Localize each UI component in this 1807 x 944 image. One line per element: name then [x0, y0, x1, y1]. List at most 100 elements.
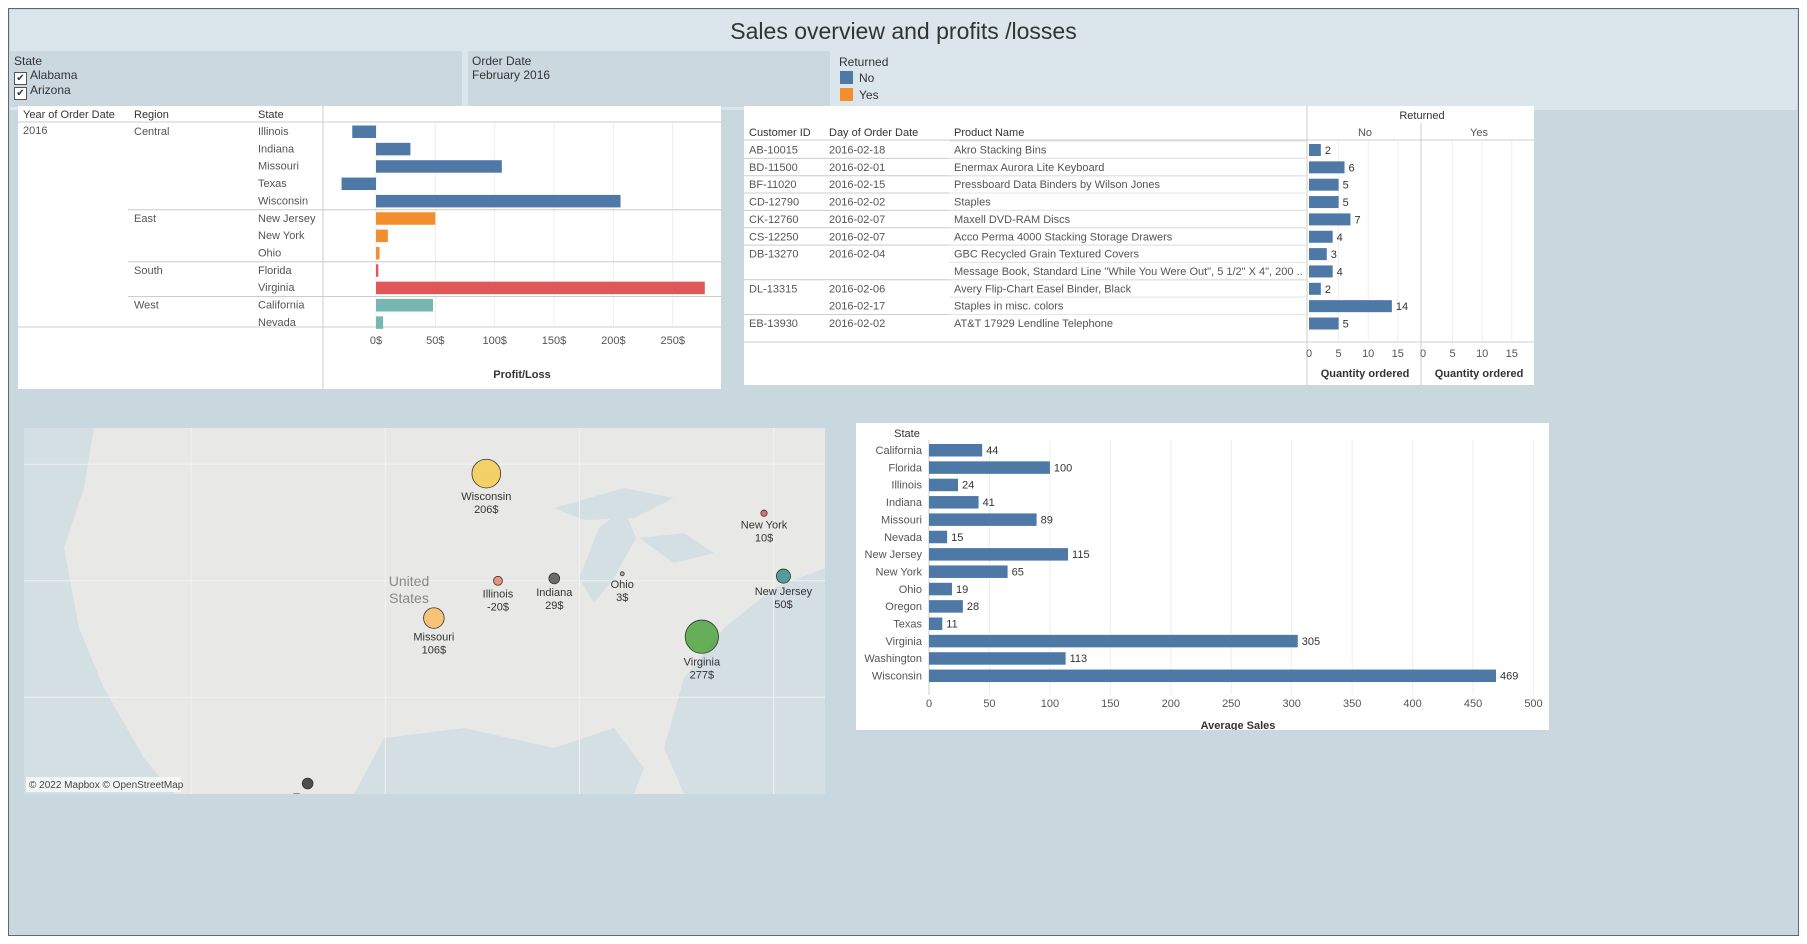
sales-bar — [929, 530, 948, 544]
x-tick-label: 150$ — [542, 335, 566, 347]
profit-bar — [376, 160, 502, 173]
x-tick-label: 200 — [1162, 698, 1180, 710]
profit-loss-chart: Year of Order Date Region State 2016 0$ 50$ 10… — [18, 106, 734, 389]
profit-bar — [376, 246, 380, 260]
x-tick-label: 0$ — [370, 335, 382, 347]
state-label: Wisconsin — [258, 195, 308, 207]
state-option-label: Arizona — [30, 83, 71, 97]
x-tick-label: 10 — [1476, 348, 1488, 360]
profit-bar — [376, 316, 384, 329]
region-label: East — [134, 213, 156, 225]
customer-id: CD-12790 — [749, 197, 799, 209]
profit-map[interactable]: UnitedStatesWashington152$Oregon19$Nevad… — [24, 428, 825, 897]
map-point-value: 206$ — [474, 504, 498, 516]
profit-bar — [376, 281, 705, 295]
country-label: United — [389, 573, 429, 589]
map-point — [471, 458, 502, 489]
map-point-state: New York — [741, 519, 788, 531]
map-point-state: Virginia — [684, 656, 721, 668]
map-point — [684, 619, 719, 654]
sales-label: 115 — [1072, 549, 1090, 561]
sales-label: 89 — [1041, 514, 1053, 526]
product-name: AT&T 17929 Lendline Telephone — [954, 318, 1113, 330]
legend-swatch — [840, 71, 853, 84]
state-label: Indiana — [258, 143, 295, 155]
average-sales-panel: State 0 50 100 150 200 250 300 350 400 450 500 Avera… — [856, 423, 1549, 732]
legend-swatch — [840, 88, 853, 101]
quantity-bar — [1309, 317, 1339, 330]
x-tick-label: 5 — [1450, 348, 1456, 360]
profit-bar — [376, 229, 388, 243]
product-name: Avery Flip-Chart Easel Binder, Black — [954, 283, 1132, 295]
quantity-label: 3 — [1331, 249, 1337, 261]
state-label: Virginia — [258, 282, 295, 294]
map-point — [775, 568, 791, 584]
state-label: Nevada — [258, 317, 297, 329]
customer-id: DL-13315 — [749, 283, 797, 295]
x-tick-label: 15 — [1392, 348, 1404, 360]
state-label: California — [876, 445, 923, 457]
orders-table-panel: Returned No Yes Customer ID Day of Order Dat… — [744, 106, 1549, 385]
sales-label: 11 — [946, 619, 957, 631]
x-tick-label: 100 — [1041, 698, 1059, 710]
column-header: State — [894, 428, 920, 440]
map-point-state: New Jersey — [755, 586, 813, 598]
quantity-label: 14 — [1396, 301, 1408, 313]
quantity-bar — [1309, 144, 1321, 156]
returned-header: Returned — [1399, 110, 1444, 122]
quantity-label: 6 — [1349, 162, 1355, 174]
sales-label: 24 — [962, 480, 974, 492]
order-date: 2016-02-04 — [829, 249, 885, 261]
sales-label: 469 — [1500, 671, 1518, 683]
sales-label: 305 — [1302, 636, 1320, 648]
order-date-filter: Order Date February 2016 — [468, 51, 830, 107]
product-name: Staples in misc. colors — [954, 301, 1064, 313]
map-point-state: Texas — [293, 792, 322, 794]
product-name: GBC Recycled Grain Textured Covers — [954, 249, 1140, 261]
state-option-arizona[interactable]: ✔ Arizona — [14, 83, 71, 100]
state-label: Illinois — [891, 480, 922, 492]
map-point-value: 106$ — [422, 644, 446, 656]
sales-label: 113 — [1070, 653, 1088, 665]
state-label: New York — [258, 230, 305, 242]
state-label: Wisconsin — [872, 671, 922, 683]
sales-bar — [929, 461, 1050, 474]
state-filter-label: State — [14, 54, 43, 68]
year-label: 2016 — [23, 125, 47, 137]
state-label: Texas — [258, 178, 287, 190]
quantity-label: 2 — [1325, 145, 1331, 157]
quantity-bar — [1309, 196, 1339, 209]
pane-header: No — [1358, 127, 1372, 139]
map-attribution: © 2022 Mapbox © OpenStreetMap — [29, 780, 184, 791]
pane-header: Yes — [1470, 127, 1488, 139]
customer-id: BD-11500 — [749, 162, 798, 174]
region-label: West — [134, 300, 159, 312]
profit-loss-panel: Year of Order Date Region State 2016 0$ 50$ 10… — [18, 106, 734, 389]
product-name: Staples — [954, 197, 991, 209]
x-axis-title: Quantity ordered — [1435, 368, 1524, 380]
x-tick-label: 400 — [1403, 698, 1421, 710]
legend-item-yes[interactable]: Yes — [840, 88, 879, 102]
map-point — [760, 509, 768, 517]
checkbox-icon[interactable]: ✔ — [14, 87, 27, 100]
average-sales-chart: State 0 50 100 150 200 250 300 350 400 450 500 Avera… — [864, 428, 1542, 732]
quantity-bar — [1309, 213, 1351, 226]
customer-id: CS-12250 — [749, 231, 799, 243]
product-name: Enermax Aurora Lite Keyboard — [954, 162, 1104, 174]
sales-label: 44 — [986, 445, 998, 457]
quantity-bar — [1309, 265, 1333, 278]
column-header: Day of Order Date — [829, 127, 918, 139]
order-date-value[interactable]: February 2016 — [472, 68, 550, 82]
state-filter: State ✔ Alabama ✔ Arizona — [10, 51, 462, 107]
map-point-value: 3$ — [616, 592, 628, 604]
x-tick-label: 150 — [1101, 698, 1119, 710]
map-panel[interactable]: UnitedStatesWashington152$Oregon19$Nevad… — [24, 428, 825, 897]
dashboard: Sales overview and profits /losses State… — [8, 8, 1799, 936]
sales-bar — [929, 600, 963, 613]
legend-item-no[interactable]: No — [840, 71, 874, 85]
sales-bar — [929, 652, 1066, 665]
order-date: 2016-02-18 — [829, 145, 885, 157]
profit-bar — [376, 264, 379, 277]
map-point-value: 10$ — [755, 532, 773, 544]
x-tick-label: 250 — [1222, 698, 1240, 710]
